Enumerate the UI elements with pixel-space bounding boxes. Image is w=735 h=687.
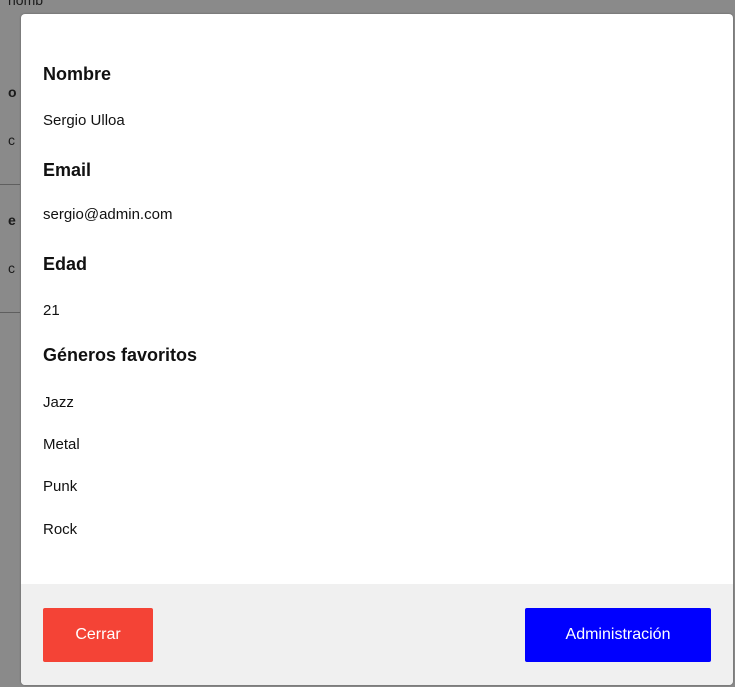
genre-item: Metal: [43, 436, 80, 453]
background-divider: [0, 184, 20, 185]
background-text-fragment: c: [8, 132, 15, 148]
background-divider: [0, 312, 20, 313]
modal-footer: Cerrar Administración: [21, 584, 733, 685]
genre-item: Jazz: [43, 394, 74, 411]
email-label: Email: [43, 160, 92, 180]
administration-button[interactable]: Administración: [525, 608, 711, 662]
favorite-genres-label: Géneros favoritos: [43, 345, 198, 365]
age-label: Edad: [43, 254, 88, 274]
close-button[interactable]: Cerrar: [43, 608, 153, 662]
background-text-fragment: e: [8, 212, 16, 228]
name-label: Nombre: [43, 64, 112, 84]
modal-body: Nombre Sergio Ulloa Email sergio@admin.c…: [21, 14, 733, 584]
background-text-fragment: o: [8, 84, 17, 100]
user-detail-modal: Nombre Sergio Ulloa Email sergio@admin.c…: [21, 14, 733, 685]
genre-item: Punk: [43, 478, 78, 495]
email-value: sergio@admin.com: [43, 206, 173, 223]
background-text-fragment: nomb: [8, 0, 44, 8]
background-text-fragment: c: [8, 260, 15, 276]
genre-item: Rock: [43, 521, 78, 538]
age-value: 21: [43, 302, 60, 319]
name-value: Sergio Ulloa: [43, 112, 125, 129]
